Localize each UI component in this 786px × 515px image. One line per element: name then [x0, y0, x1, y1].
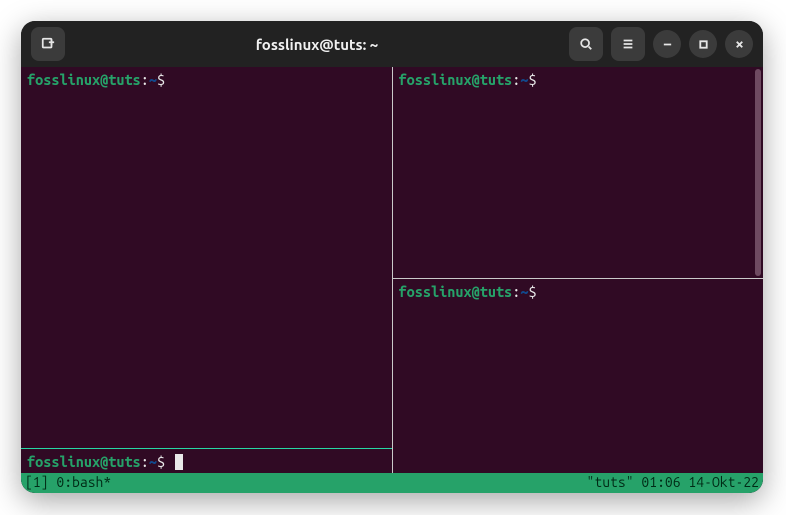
prompt-host: fosslinux@tuts	[399, 71, 513, 88]
prompt-path: ~	[149, 453, 157, 470]
prompt-host: fosslinux@tuts	[399, 283, 513, 300]
close-button[interactable]	[725, 30, 753, 58]
prompt-dollar: $	[157, 453, 165, 470]
search-button[interactable]	[569, 27, 603, 61]
prompt-line: fosslinux@tuts:~$	[399, 283, 758, 301]
right-column: fosslinux@tuts:~$ fosslinux@tuts:~$	[393, 67, 764, 473]
minimize-button[interactable]	[653, 30, 681, 58]
new-tab-icon	[41, 37, 55, 51]
prompt-line: fosslinux@tuts:~$	[399, 71, 758, 89]
statusbar-left: [1] 0:bash*	[25, 474, 111, 492]
menu-button[interactable]	[611, 27, 645, 61]
tmux-statusbar: [1] 0:bash* "tuts" 01:06 14-Okt-22	[21, 473, 763, 493]
statusbar-right: "tuts" 01:06 14-Okt-22	[587, 474, 759, 492]
prompt-dollar: $	[157, 71, 165, 88]
search-icon	[579, 37, 593, 51]
prompt-line: fosslinux@tuts:~$	[27, 71, 386, 89]
window-title: fosslinux@tuts: ~	[73, 36, 561, 53]
pane-top-right[interactable]: fosslinux@tuts:~$	[393, 67, 764, 278]
prompt-dollar: $	[528, 71, 536, 88]
tmux-panes: fosslinux@tuts:~$ fosslinux@tuts:~$ foss…	[21, 67, 763, 473]
prompt-path: ~	[149, 71, 157, 88]
titlebar-left	[31, 27, 65, 61]
titlebar: fosslinux@tuts: ~	[21, 21, 763, 67]
new-tab-button[interactable]	[31, 27, 65, 61]
maximize-button[interactable]	[689, 30, 717, 58]
hamburger-icon	[621, 37, 635, 51]
pane-top-left[interactable]: fosslinux@tuts:~$	[21, 67, 392, 448]
prompt-host: fosslinux@tuts	[27, 71, 141, 88]
cursor	[175, 454, 183, 470]
maximize-icon	[698, 39, 709, 50]
titlebar-right	[569, 27, 753, 61]
prompt-host: fosslinux@tuts	[27, 453, 141, 470]
pane-bottom-left[interactable]: fosslinux@tuts:~$	[21, 449, 392, 473]
prompt-colon: :	[141, 71, 149, 88]
prompt-dollar: $	[528, 283, 536, 300]
pane-bottom-right[interactable]: fosslinux@tuts:~$	[393, 279, 764, 473]
scrollbar[interactable]	[755, 69, 761, 276]
prompt-line: fosslinux@tuts:~$	[27, 453, 386, 471]
left-column: fosslinux@tuts:~$ fosslinux@tuts:~$	[21, 67, 393, 473]
terminal-area[interactable]: fosslinux@tuts:~$ fosslinux@tuts:~$ foss…	[21, 67, 763, 493]
minimize-icon	[662, 39, 673, 50]
prompt-colon: :	[141, 453, 149, 470]
close-icon	[734, 39, 745, 50]
terminal-window: fosslinux@tuts: ~ fosslinux@tuts:~$	[21, 21, 763, 493]
